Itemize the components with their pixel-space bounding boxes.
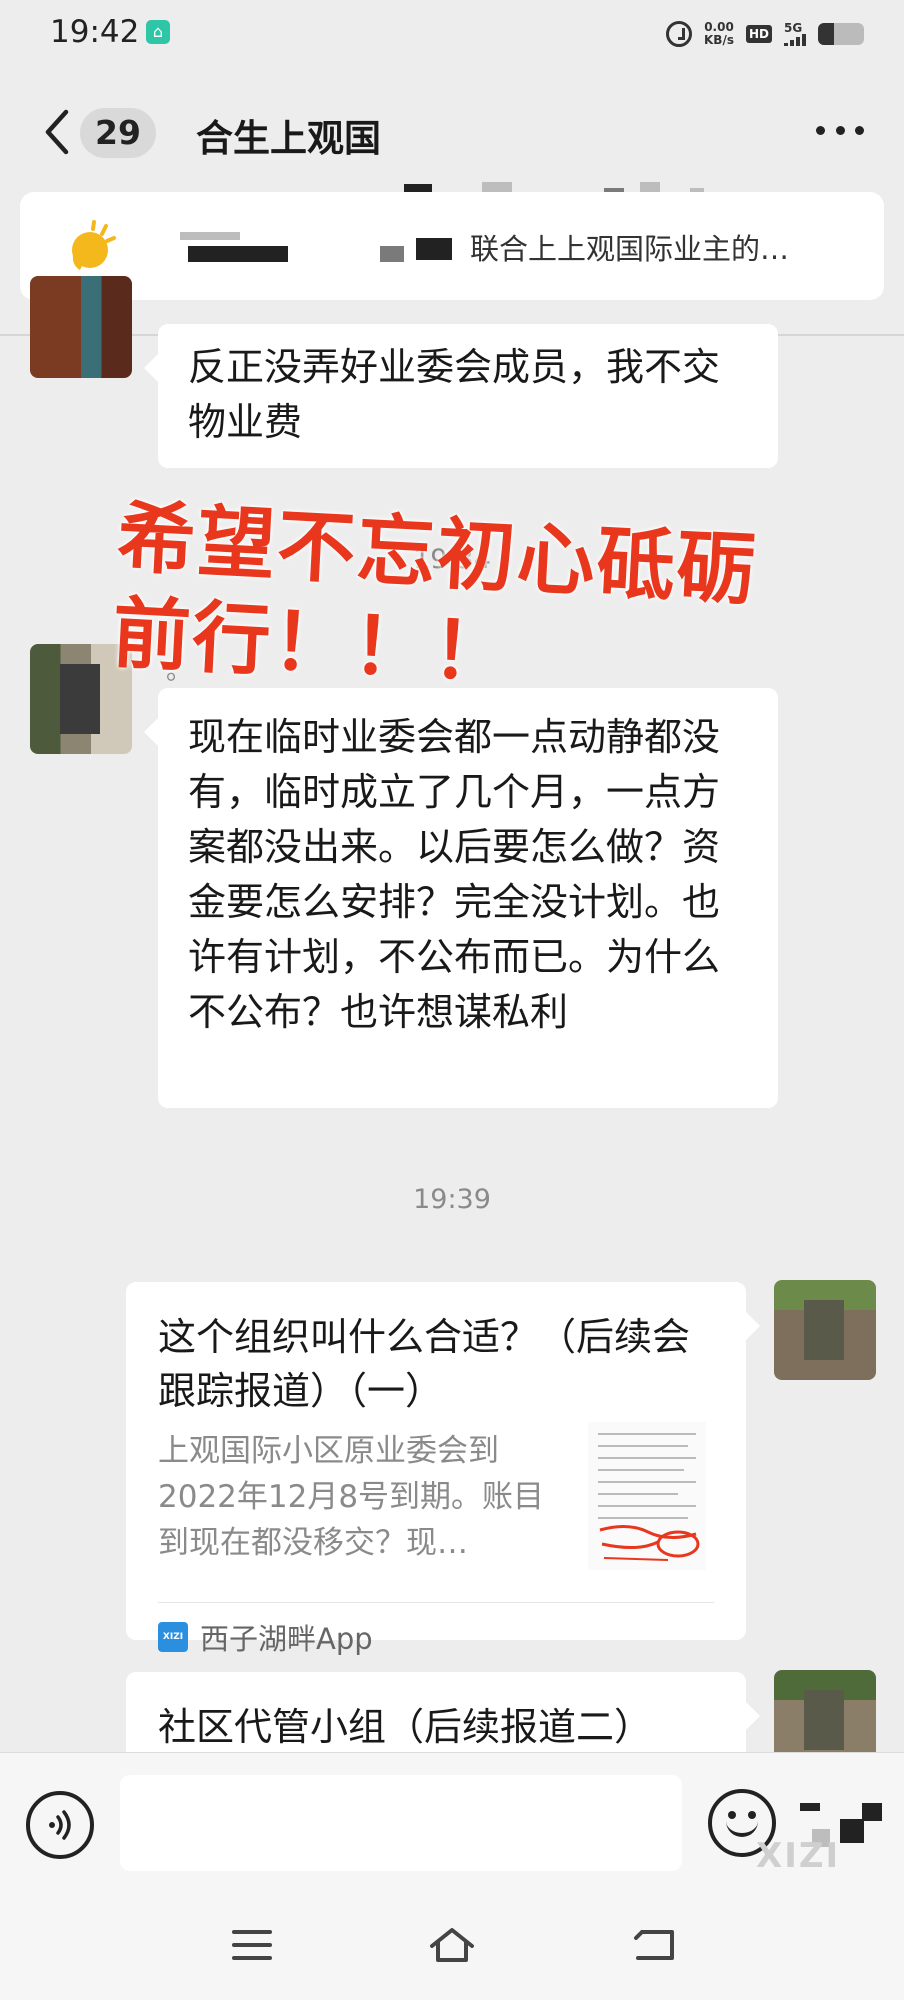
network-speed-unit: KB/s	[704, 33, 734, 47]
status-time: 19:42	[50, 14, 140, 50]
article-source: XIZI 西子湖畔App	[158, 1616, 373, 1658]
self-avatar[interactable]	[774, 1280, 876, 1380]
message-text: 现在临时业委会都一点动静都没有，临时成立了几个月，一点方案都没出来。以后要怎么做…	[188, 715, 721, 1034]
timestamp: 19:39	[413, 1184, 491, 1215]
chat-screen: 19:42 ⌂ 0.00 KB/s HD 5G 29 合生上观国 联合上上观国际…	[0, 0, 904, 2000]
article-description: 上观国际小区原业委会到2022年12月8号到期。账目到现在都没移交？现…	[158, 1433, 545, 1561]
back-icon[interactable]	[632, 1926, 676, 1964]
overlay-caption: 希望不忘初心砥砺前行！！！	[110, 492, 759, 700]
hd-badge: HD	[745, 25, 772, 43]
article-card[interactable]: 这个组织叫什么合适？（后续会跟踪报道）（一） 上观国际小区原业委会到2022年1…	[126, 1282, 760, 1656]
signal-label: 5G	[784, 21, 803, 35]
source-name: 西子湖畔App	[200, 1622, 373, 1656]
home-app-icon: ⌂	[146, 20, 170, 44]
chat-title: 合生上观国	[196, 117, 381, 160]
unread-count-badge[interactable]: 29	[80, 108, 156, 158]
article-title: 社区代管小组（后续报道二）	[158, 1705, 653, 1749]
pinned-text: 联合上上观国际业主的…	[470, 232, 790, 266]
menu-icon[interactable]	[230, 1926, 274, 1964]
message-bubble[interactable]: 现在临时业委会都一点动静都没有，临时成立了几个月，一点方案都没出来。以后要怎么做…	[144, 688, 778, 1108]
back-chevron-icon[interactable]	[40, 106, 74, 158]
message-bubble[interactable]: 反正没弄好业委会成员，我不交物业费	[144, 324, 778, 468]
status-bar: 19:42 ⌂ 0.00 KB/s HD 5G	[0, 0, 904, 70]
home-icon[interactable]	[428, 1926, 476, 1964]
card-divider	[158, 1602, 714, 1603]
watermark: XIZI	[756, 1836, 841, 1876]
more-icon[interactable]	[816, 126, 864, 138]
signal-bars-icon	[784, 34, 806, 46]
article-title: 这个组织叫什么合适？（后续会跟踪报道）（一）	[158, 1315, 691, 1413]
status-indicators: 0.00 KB/s HD 5G	[666, 16, 864, 52]
signal-indicator: 5G	[784, 22, 806, 46]
alarm-icon	[666, 21, 692, 47]
sender-avatar[interactable]	[30, 276, 132, 378]
network-speed: 0.00 KB/s	[704, 21, 734, 47]
pinned-notice[interactable]: 联合上上观国际业主的…	[20, 192, 884, 300]
message-input[interactable]	[120, 1775, 682, 1871]
battery-icon	[818, 23, 864, 45]
voice-icon[interactable]	[26, 1791, 94, 1859]
system-nav-bar	[0, 1888, 904, 2000]
article-thumbnail	[588, 1422, 706, 1570]
message-text: 反正没弄好业委会成员，我不交物业费	[188, 345, 721, 444]
pinned-sun-icon	[60, 218, 118, 276]
source-logo-icon: XIZI	[158, 1622, 188, 1652]
chat-header: 29 合生上观国	[0, 70, 904, 224]
